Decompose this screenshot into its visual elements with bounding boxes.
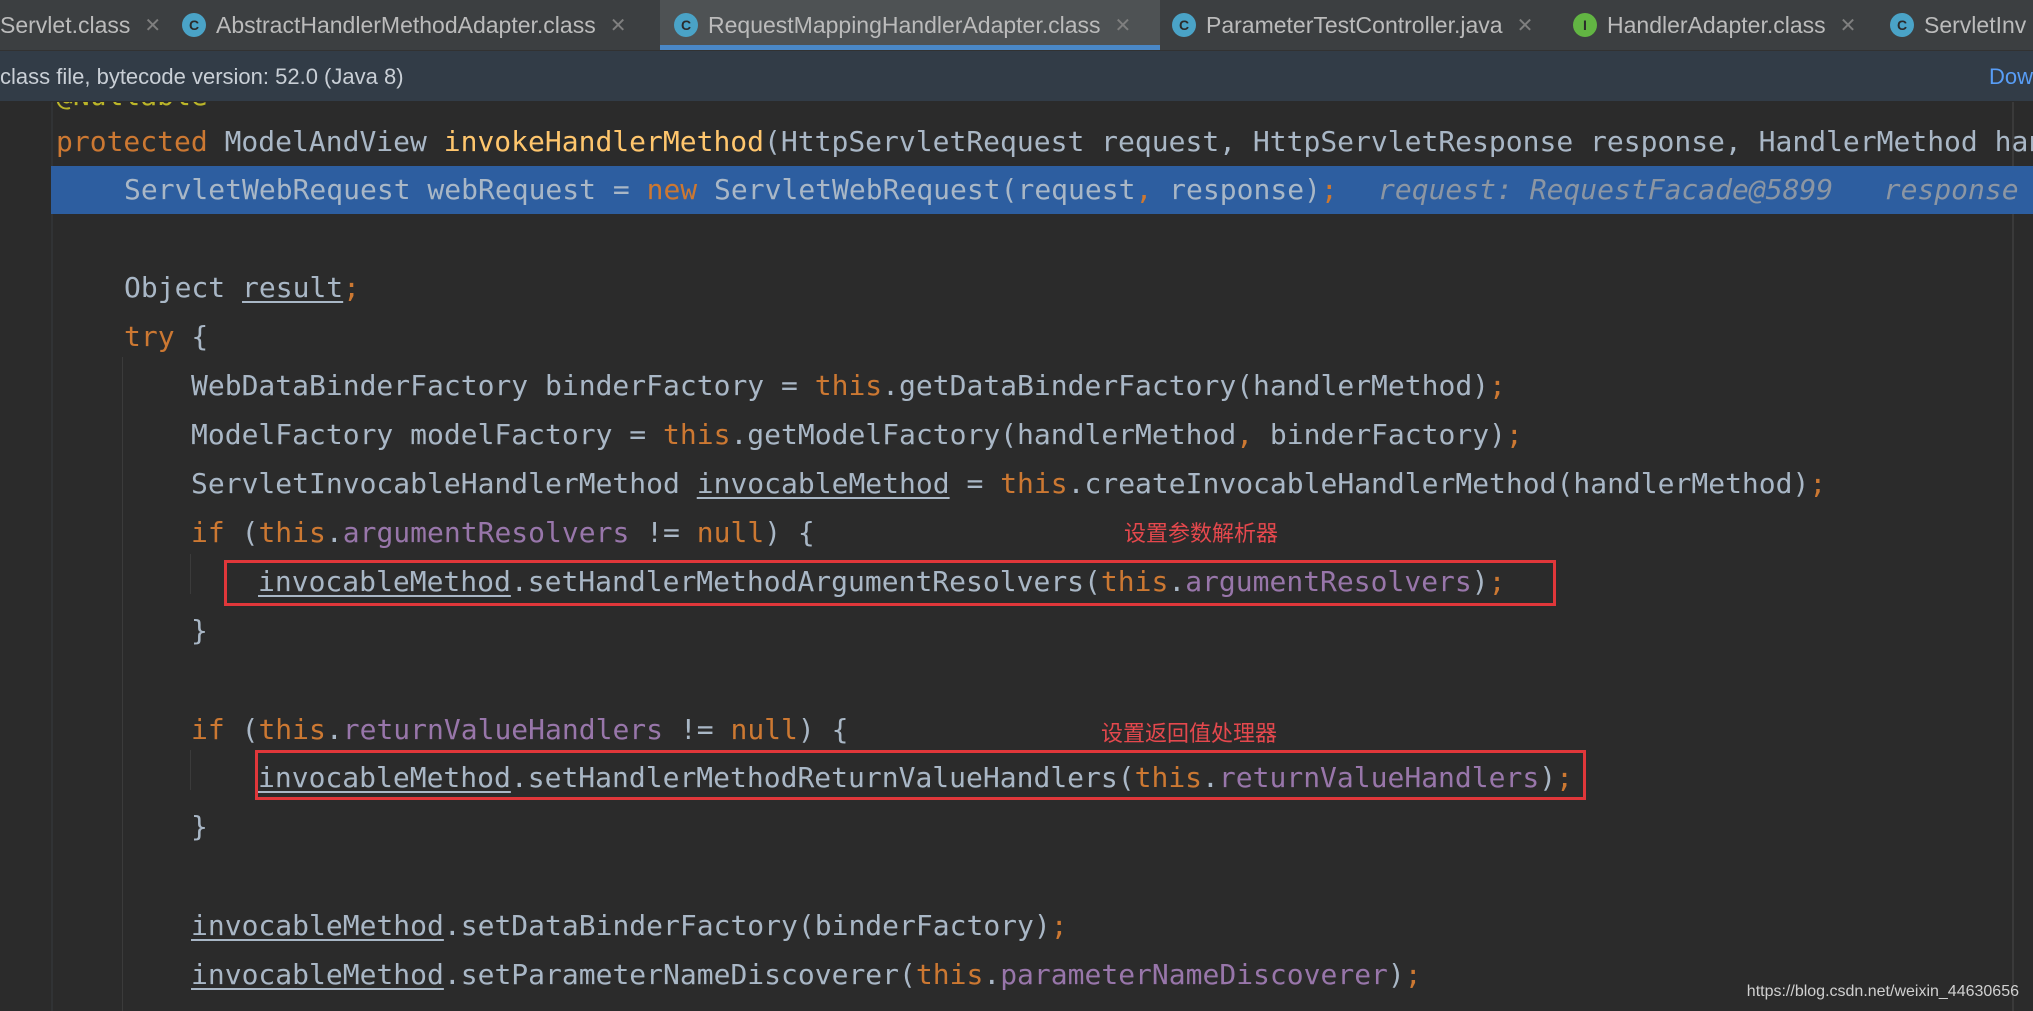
code-line-result-decl: Object result; [124,271,361,304]
gutter-separator [51,102,53,1011]
code-line-if-argument-resolvers: if (this.argumentResolvers != null) { [191,516,815,549]
tab-servlet-inv[interactable]: C ServletInv [1890,0,2026,50]
close-icon[interactable]: ✕ [144,13,161,38]
code-line-if-return-value-handlers: if (this.returnValueHandlers != null) { [191,713,849,746]
bytecode-version-message: class file, bytecode version: 52.0 (Java… [0,64,404,89]
tab-parameter-test-controller[interactable]: C ParameterTestController.java ✕ [1172,0,1533,50]
indent-guide [122,357,123,1011]
tab-label: Servlet.class [0,11,131,38]
code-line-annotation: @Nullable [56,102,208,118]
code-line-method-signature: protected ModelAndView invokeHandlerMeth… [56,125,2033,158]
inline-value-response: response [1883,173,2019,206]
indent-guide [190,750,191,790]
interface-icon: I [1573,13,1597,37]
download-sources-link[interactable]: Dow [1989,64,2033,90]
code-line-model-factory: ModelFactory modelFactory = this.getMode… [191,418,1523,451]
tab-servlet-class[interactable]: Servlet.class ✕ [0,0,161,50]
code-line-binder-factory: WebDataBinderFactory binderFactory = thi… [191,369,1506,402]
tab-label: HandlerAdapter.class [1607,11,1826,38]
decompiled-info-bar: class file, bytecode version: 52.0 (Java… [0,51,2033,102]
code-line-set-argument-resolvers: invocableMethod.setHandlerMethodArgument… [258,565,1506,598]
code-editor[interactable]: @Nullable protected ModelAndView invokeH… [0,102,2033,1011]
tab-request-mapping-handler-adapter[interactable]: C RequestMappingHandlerAdapter.class ✕ [660,0,1160,50]
close-icon[interactable]: ✕ [1115,13,1132,38]
code-line-current-execution: ServletWebRequest webRequest = new Servl… [124,173,1338,206]
code-line-try: try { [124,320,209,353]
close-icon[interactable]: ✕ [1517,13,1534,38]
close-icon[interactable]: ✕ [610,13,627,38]
class-icon: C [1172,13,1196,37]
class-icon: C [182,13,206,37]
code-line-set-data-binder-factory: invocableMethod.setDataBinderFactory(bin… [191,909,1068,942]
close-icon[interactable]: ✕ [1840,13,1857,38]
watermark: https://blog.csdn.net/weixin_44630656 [1746,983,2019,1000]
code-line-close-brace: } [191,614,208,647]
editor-tab-bar: Servlet.class ✕ C AbstractHandlerMethodA… [0,0,2033,51]
right-margin-guide [2012,102,2014,1011]
class-icon: C [674,13,698,37]
tab-label: ParameterTestController.java [1206,11,1503,38]
code-line-set-parameter-name-discoverer: invocableMethod.setParameterNameDiscover… [191,958,1422,991]
code-line-close-brace: } [191,810,208,843]
code-line-invocable-method: ServletInvocableHandlerMethod invocableM… [191,467,1827,500]
inline-value-request: request: RequestFacade@5899 [1378,173,1834,206]
annotation-note-argument-resolvers: 设置参数解析器 [1124,522,1279,547]
class-icon: C [1890,13,1914,37]
annotation-note-return-value-handlers: 设置返回值处理器 [1101,722,1278,747]
tab-label: RequestMappingHandlerAdapter.class [708,11,1101,38]
tab-handler-adapter[interactable]: I HandlerAdapter.class ✕ [1573,0,1856,50]
code-line-set-return-value-handlers: invocableMethod.setHandlerMethodReturnVa… [258,761,1573,794]
tab-label: ServletInv [1924,11,2027,38]
debugger-inline-values: request: RequestFacade@5899 response [1378,168,2019,212]
tab-abstract-handler-method-adapter[interactable]: C AbstractHandlerMethodAdapter.class ✕ [182,0,626,50]
indent-guide [190,554,191,594]
tab-label: AbstractHandlerMethodAdapter.class [216,11,596,38]
